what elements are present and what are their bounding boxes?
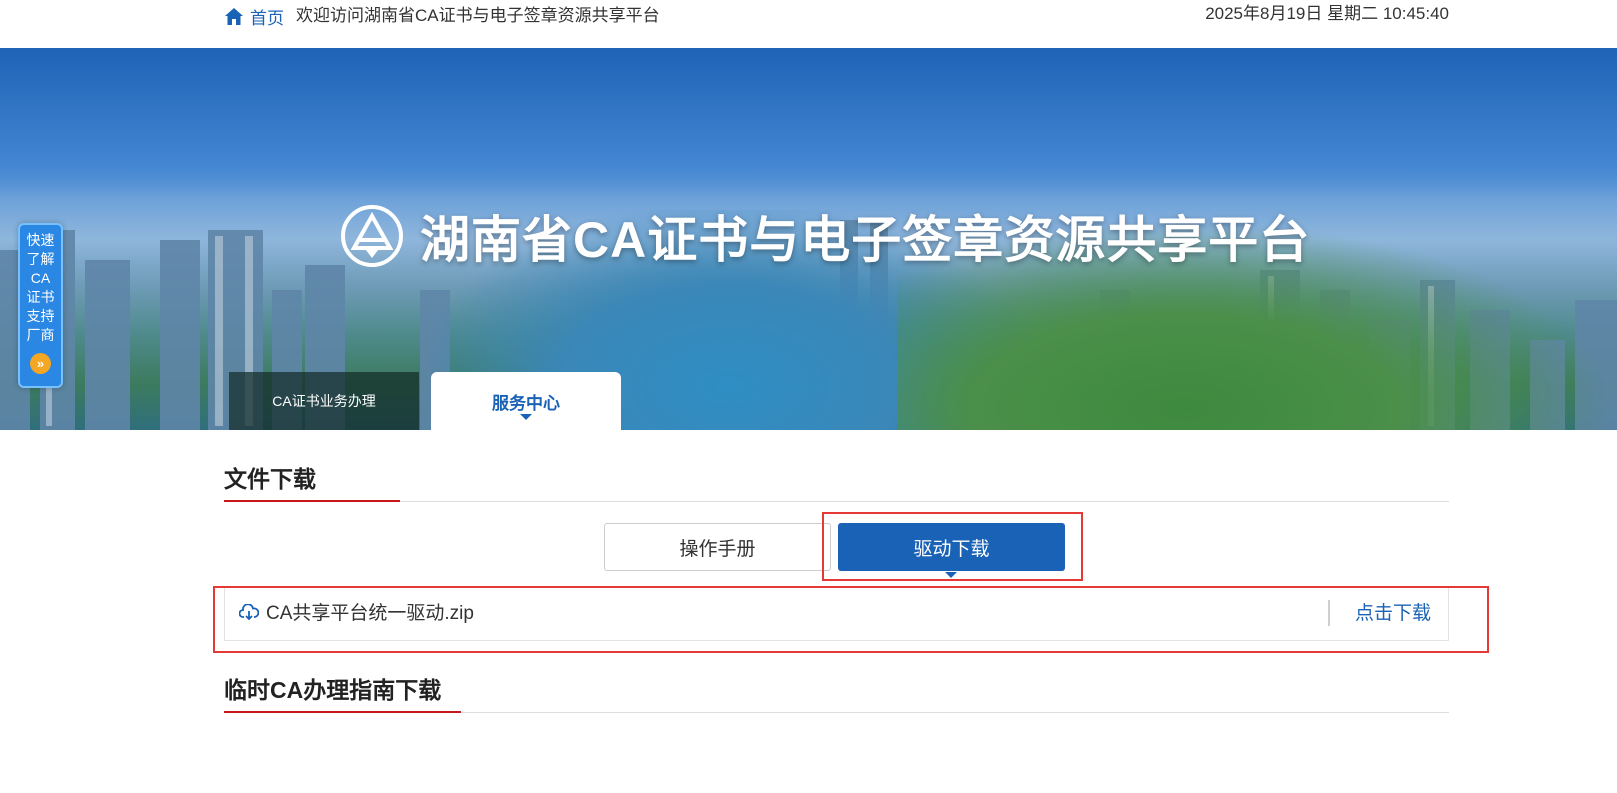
- subtab-driver-download[interactable]: 驱动下载: [838, 523, 1065, 578]
- home-link[interactable]: 首页: [224, 4, 284, 28]
- section-title: 文件下载: [224, 460, 400, 502]
- platform-logo-icon: [341, 205, 403, 267]
- side-float-line: 证书: [26, 289, 55, 305]
- subtab-operation-manual-label: 操作手册: [679, 538, 756, 560]
- home-icon: [225, 7, 243, 25]
- file-name: CA共享平台统一驱动.zip: [266, 603, 474, 624]
- side-float-line: 了解: [26, 251, 55, 267]
- side-float-line: 快速: [26, 232, 55, 248]
- tab-service-center-label: 服务中心: [492, 393, 560, 413]
- banner-title-group: 湖南省CA证书与电子签章资源共享平台: [340, 200, 1310, 272]
- section-file-download: 文件下载: [224, 460, 1449, 502]
- side-float-line: CA: [30, 270, 51, 286]
- section-temp-ca-guide: 临时CA办理指南下载: [224, 671, 1449, 713]
- list-item: CA共享平台统一驱动.zip 点击下载: [224, 587, 1449, 641]
- current-datetime: 2025年8月19日 星期二 10:45:40: [1205, 4, 1449, 23]
- top-bar: 首页 欢迎访问湖南省CA证书与电子签章资源共享平台 2025年8月19日 星期二…: [0, 0, 1617, 48]
- download-link[interactable]: 点击下载: [1355, 602, 1431, 626]
- divider: [1328, 600, 1330, 626]
- welcome-text: 欢迎访问湖南省CA证书与电子签章资源共享平台: [296, 6, 660, 25]
- side-float-line: 厂商: [26, 327, 55, 343]
- banner-title: 湖南省CA证书与电子签章资源共享平台: [420, 212, 1311, 268]
- section-title: 临时CA办理指南下载: [224, 671, 461, 713]
- subtab-operation-manual[interactable]: 操作手册: [604, 523, 831, 571]
- tab-active-caret-icon: [520, 414, 532, 420]
- double-chevron-right-icon[interactable]: »: [30, 353, 51, 374]
- side-float-line: 支持: [26, 308, 55, 324]
- subtab-active-caret-icon: [945, 572, 957, 578]
- tab-service-center[interactable]: 服务中心: [431, 372, 621, 430]
- subtab-driver-download-label: 驱动下载: [913, 538, 990, 560]
- home-label[interactable]: 首页: [250, 4, 284, 29]
- tab-ca-cert-business-label: CA证书业务办理: [272, 393, 376, 409]
- tab-ca-cert-business[interactable]: CA证书业务办理: [229, 372, 419, 430]
- ca-vendor-quick-link[interactable]: 快速 了解 CA 证书 支持 厂商 »: [18, 223, 63, 388]
- cloud-download-icon: [239, 604, 259, 620]
